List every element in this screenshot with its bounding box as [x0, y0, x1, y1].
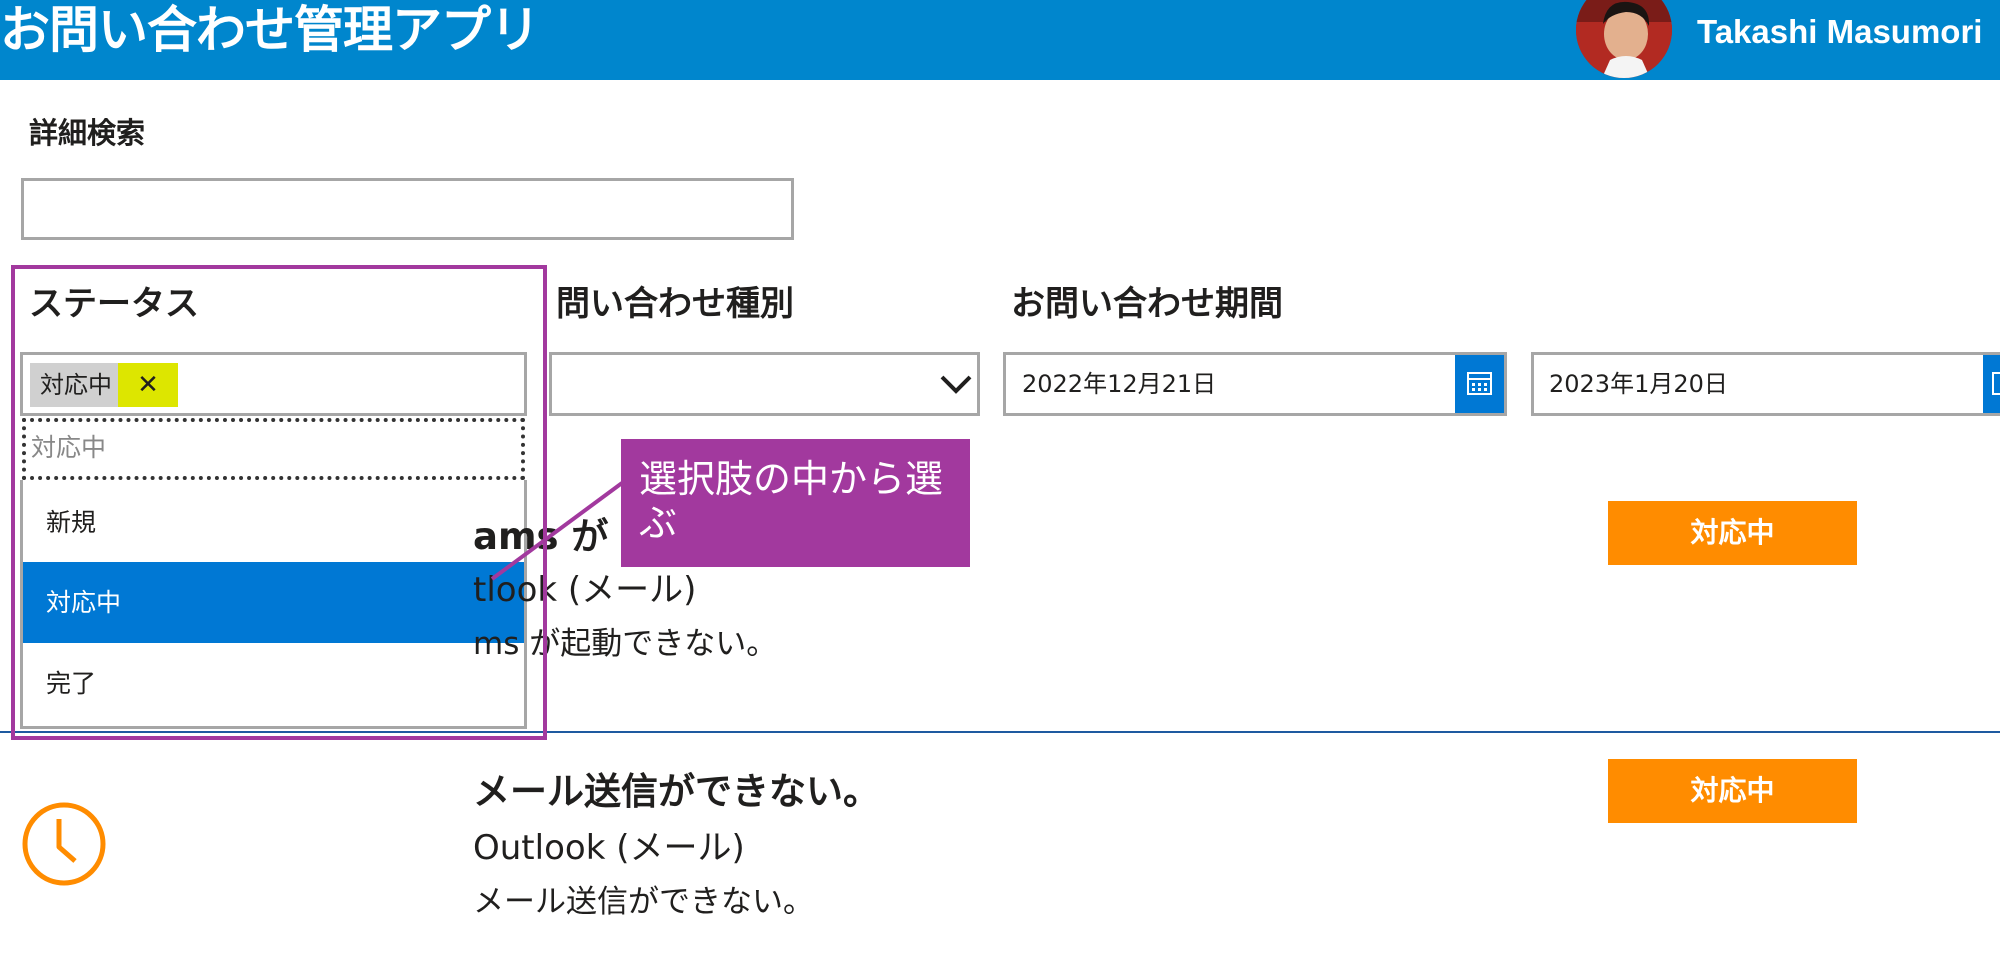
inquiry-title[interactable]: ams が — [473, 506, 608, 560]
status-badge: 対応中 — [1608, 501, 1857, 565]
calendar-to-button[interactable] — [1983, 355, 2000, 413]
status-badge: 対応中 — [1608, 759, 1857, 823]
chevron-down-icon[interactable] — [936, 367, 976, 401]
app-title: お問い合わせ管理アプリ — [0, 1, 540, 59]
clock-icon — [22, 802, 106, 886]
inquiry-category: Outlook (メール) — [473, 828, 745, 868]
status-option-new[interactable]: 新規 — [23, 482, 524, 563]
calendar-icon — [1467, 372, 1492, 395]
selected-status-chip: 対応中 ✕ — [30, 363, 178, 407]
inquiry-title[interactable]: メール送信ができない。 — [473, 761, 880, 815]
inquiry-type-label: 問い合わせ種別 — [556, 284, 794, 324]
inquiry-description: ms が起動できない。 — [473, 626, 778, 662]
status-option-complete[interactable]: 完了 — [23, 643, 524, 724]
inquiry-period-label: お問い合わせ期間 — [1011, 284, 1283, 324]
search-input[interactable] — [21, 178, 794, 240]
combobox-search-placeholder: 対応中 — [31, 433, 107, 462]
status-option-in-progress[interactable]: 対応中 — [23, 562, 524, 643]
remove-chip-icon[interactable]: ✕ — [118, 363, 178, 407]
inquiry-category: tlook (メール) — [473, 570, 697, 610]
list-divider — [0, 731, 2000, 733]
status-filter-label: ステータス — [29, 284, 199, 324]
chip-label: 対応中 — [40, 371, 112, 399]
user-name: Takashi Masumori — [1697, 13, 1983, 50]
inquiry-description: メール送信ができない。 — [473, 884, 814, 920]
inquiry-type-dropdown[interactable] — [549, 352, 980, 416]
advanced-search-label: 詳細検索 — [29, 116, 146, 150]
calendar-icon — [1992, 372, 2000, 395]
date-from-value: 2022年12月21日 — [1022, 370, 1217, 398]
calendar-from-button[interactable] — [1455, 355, 1504, 413]
annotation-callout: 選択肢の中から選ぶ — [621, 439, 970, 567]
date-to-value: 2023年1月20日 — [1549, 370, 1728, 398]
